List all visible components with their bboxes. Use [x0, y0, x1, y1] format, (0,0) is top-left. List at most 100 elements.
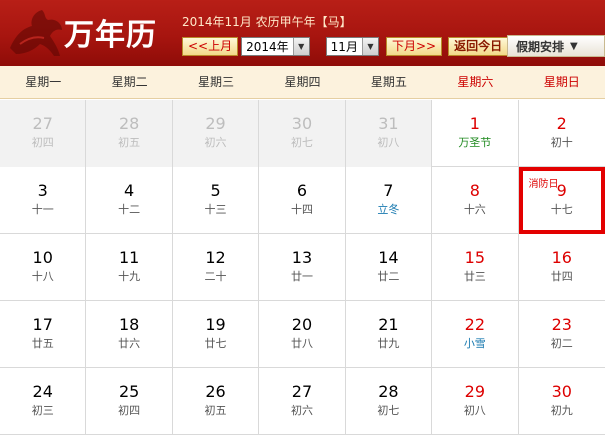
calendar-day-cell[interactable]: 17 廿五: [0, 301, 87, 368]
day-number: 4: [124, 181, 135, 200]
weekday-label: 星期一: [25, 75, 62, 89]
calendar-day-cell[interactable]: 3 十一: [0, 167, 87, 234]
app-logo: 万年历: [64, 18, 157, 53]
day-number: 8: [469, 181, 480, 200]
calendar-day-cell[interactable]: 20 廿八: [259, 301, 346, 368]
calendar-day-cell[interactable]: 26 初五: [173, 368, 260, 435]
weekday-label: 星期二: [111, 75, 148, 89]
calendar-day-cell[interactable]: 8 十六: [432, 167, 519, 234]
lunar-date: 廿二: [377, 270, 400, 283]
lunar-date: 初五: [118, 136, 141, 149]
lunar-date: 十六: [463, 203, 486, 216]
day-number: 15: [464, 248, 485, 267]
day-number: 28: [378, 382, 399, 401]
month-select-value: 11月: [330, 39, 358, 54]
calendar-day-cell[interactable]: 13 廿一: [259, 234, 346, 301]
lunar-date: 初三: [31, 404, 54, 417]
lunar-date: 初六: [290, 404, 313, 417]
calendar-day-cell-today[interactable]: 消防日 9 十七: [518, 167, 605, 234]
calendar-day-cell[interactable]: 29 初八: [432, 368, 519, 435]
day-number: 6: [296, 181, 308, 200]
day-number: 30: [551, 382, 572, 401]
day-number: 23: [551, 315, 572, 334]
day-number: 24: [32, 382, 53, 401]
calendar-day-cell[interactable]: 28 初七: [346, 368, 433, 435]
calendar-day-cell[interactable]: 27 初六: [259, 368, 346, 435]
next-month-button[interactable]: 下月>>: [385, 36, 443, 56]
day-number: 18: [118, 315, 140, 334]
lunar-date: 廿六: [118, 337, 141, 350]
calendar-day-cell[interactable]: 23 初二: [519, 301, 605, 368]
day-number: 20: [291, 315, 313, 334]
calendar-header: 万年历 2014年11月 农历甲午年【马】 <<上月 2014年 ▼ 11月 ▼…: [0, 0, 605, 66]
calendar-day-cell[interactable]: 12 二十: [173, 234, 260, 301]
calendar-week-row: 17 廿五 18 廿六 19 廿七 20 廿八 21 廿九 22 小雪 23 初二: [0, 301, 605, 368]
caret-down-icon: ▼: [570, 40, 578, 52]
lunar-date: 十九: [118, 270, 141, 283]
calendar-day-cell[interactable]: 14 廿二: [346, 234, 433, 301]
calendar-day-cell[interactable]: 19 廿七: [173, 301, 260, 368]
lunar-date: 十四: [290, 203, 313, 216]
day-number: 2: [556, 114, 567, 133]
lunar-date: 十三: [204, 203, 227, 216]
calendar-day-cell[interactable]: 25 初四: [86, 368, 173, 435]
calendar-day-cell[interactable]: 22 小雪: [432, 301, 519, 368]
lunar-date: 小雪: [463, 337, 486, 350]
calendar-day-cell[interactable]: 30 初七: [259, 100, 346, 167]
calendar-day-cell[interactable]: 15 廿三: [432, 234, 519, 301]
weekday-label: 星期四: [284, 75, 321, 89]
day-number: 11: [118, 248, 140, 267]
day-number: 21: [378, 315, 399, 334]
lunar-date: 廿七: [204, 337, 227, 350]
prev-month-button[interactable]: <<上月: [182, 36, 239, 56]
calendar-day-cell[interactable]: 18 廿六: [86, 301, 173, 368]
calendar-week-row: 27 初四 28 初五 29 初六 30 初七 31 初八 1 万圣节 2 初十: [0, 100, 605, 167]
lunar-date: 十一: [31, 203, 54, 216]
horse-icon: [10, 10, 62, 56]
lunar-date: 立冬: [377, 203, 400, 216]
holiday-schedule-dropdown[interactable]: 假期安排 ▼: [507, 35, 605, 57]
lunar-date: 初八: [463, 404, 486, 417]
current-date-info: 2014年11月 农历甲午年【马】: [182, 15, 352, 29]
weekday-label: 星期日: [543, 75, 580, 89]
day-number: 7: [383, 181, 394, 200]
calendar-day-cell[interactable]: 30 初九: [519, 368, 605, 435]
lunar-date: 廿三: [463, 270, 486, 283]
calendar-day-cell[interactable]: 16 廿四: [519, 234, 605, 301]
calendar-day-cell[interactable]: 24 初三: [0, 368, 87, 435]
lunar-date: 廿八: [290, 337, 313, 350]
day-number: 17: [32, 315, 53, 334]
calendar-day-cell[interactable]: 29 初六: [172, 100, 260, 167]
calendar-day-cell[interactable]: 4 十二: [86, 167, 173, 234]
day-number: 14: [378, 248, 399, 267]
calendar-week-row: 24 初三 25 初四 26 初五 27 初六 28 初七 29 初八 30 初九: [0, 368, 605, 435]
calendar-day-cell[interactable]: 2 初十: [519, 100, 605, 167]
lunar-date: 廿五: [31, 337, 54, 350]
day-number: 27: [32, 114, 53, 133]
lunar-date: 初二: [550, 337, 573, 350]
calendar-day-cell[interactable]: 7 立冬: [346, 167, 433, 234]
day-number: 27: [291, 382, 313, 401]
year-select-value: 2014年: [246, 39, 289, 54]
calendar-day-cell[interactable]: 21 廿九: [346, 301, 433, 368]
day-number: 10: [32, 248, 53, 267]
calendar-day-cell[interactable]: 11 十九: [86, 234, 173, 301]
year-select[interactable]: 2014年 ▼: [241, 36, 310, 56]
lunar-date: 万圣节: [458, 136, 492, 149]
calendar-day-cell[interactable]: 6 十四: [259, 167, 346, 234]
lunar-date: 初七: [290, 136, 313, 149]
day-number: 12: [205, 248, 226, 267]
chevron-down-icon[interactable]: ▼: [292, 37, 309, 55]
calendar-day-cell[interactable]: 31 初八: [345, 100, 433, 167]
day-number: 13: [291, 248, 313, 267]
chevron-down-icon[interactable]: ▼: [361, 37, 378, 55]
calendar-day-cell[interactable]: 27 初四: [0, 100, 87, 167]
month-select[interactable]: 11月 ▼: [325, 36, 379, 56]
today-button[interactable]: 返回今日: [448, 36, 509, 56]
calendar-day-cell[interactable]: 28 初五: [86, 100, 173, 167]
calendar-day-cell[interactable]: 10 十八: [0, 234, 87, 301]
calendar-day-cell[interactable]: 1 万圣节: [432, 100, 519, 167]
calendar-day-cell[interactable]: 5 十三: [173, 167, 260, 234]
day-number: 26: [205, 382, 226, 401]
lunar-date: 廿一: [290, 270, 313, 283]
